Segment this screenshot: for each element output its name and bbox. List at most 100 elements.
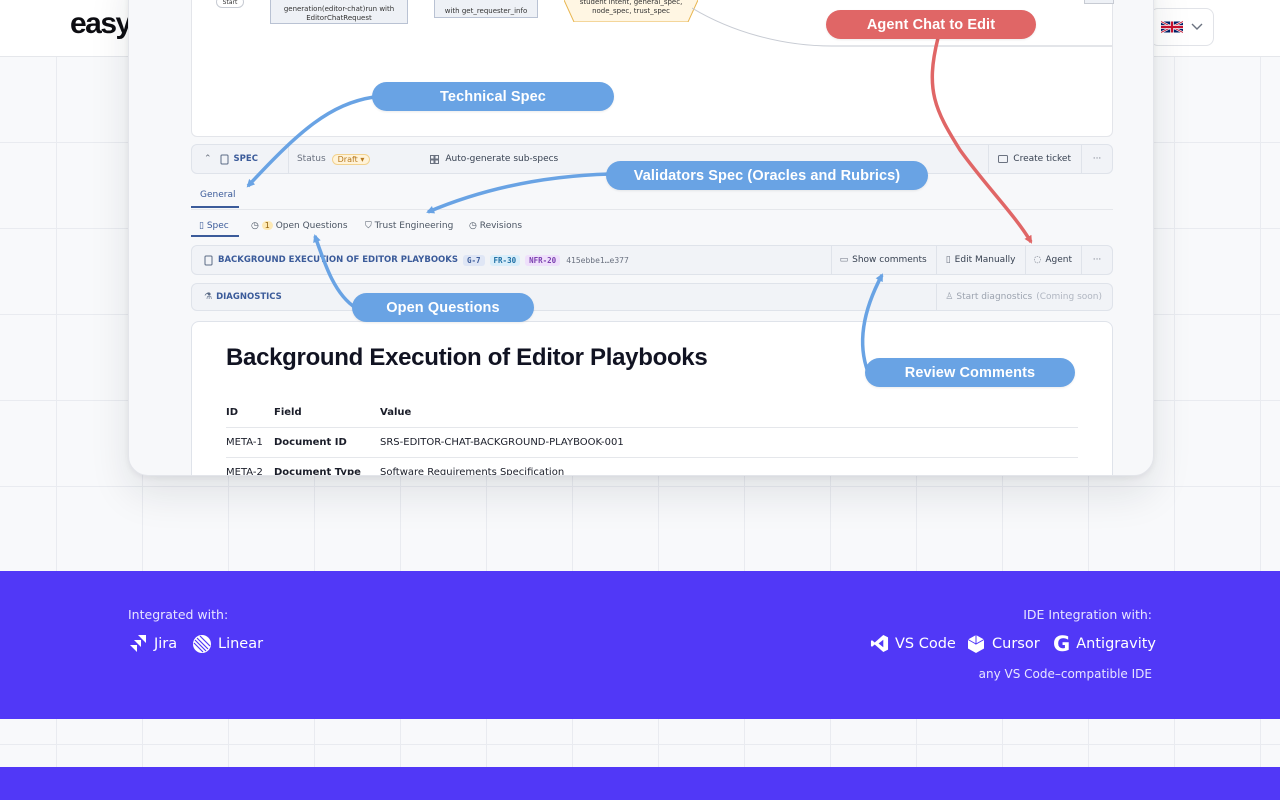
create-ticket-button[interactable]: Create ticket [1013,154,1071,164]
flow-node-generation: generation(editor-chat)run with EditorCh… [270,0,408,24]
linear-icon [193,635,211,653]
cursor-icon [967,635,985,653]
flow-node-output: student intent, general_spec, node_spec,… [579,0,683,15]
chip-goals: G-7 [462,254,485,266]
chip-fr: FR-30 [489,254,521,266]
spec-section-label: SPEC [233,154,258,164]
integration-cursor[interactable]: Cursor [966,634,1040,654]
status-badge[interactable]: Draft ▾ [331,153,371,165]
sub-tabs: ▯ Spec ◷ 1 Open Questions ⛉ Trust Engine… [191,219,1113,239]
tab-open-questions[interactable]: ◷ 1 Open Questions [251,221,348,231]
general-tab-strip: General [191,189,1113,210]
column-header: ID [226,407,239,418]
document-table: ID Field Value META-1 Document ID SRS-ED… [226,398,1078,476]
language-selector[interactable] [1150,8,1214,46]
active-tab-indicator [191,206,239,208]
auto-generate-button[interactable]: Auto-generate sub-specs [445,154,558,164]
integration-vscode[interactable]: VS Code [870,634,956,653]
flow-node-edge-box [1084,0,1114,4]
jira-icon [130,635,146,652]
divider [935,246,937,274]
product-screenshot: Start generation(editor-chat)run with Ed… [128,0,1154,476]
status-value: Draft [337,154,358,164]
more-menu-button[interactable]: ··· [1082,255,1112,265]
callout-review-comments: Review Comments [865,358,1075,387]
integration-antigravity[interactable]: G Antigravity [1053,632,1156,656]
divider [988,145,990,173]
edit-manually-button[interactable]: Edit Manually [955,255,1016,265]
more-menu-button[interactable]: ··· [1082,154,1112,164]
ide-compat-note: any VS Code–compatible IDE [978,667,1152,681]
person-icon: ♙ [945,292,954,302]
agent-icon: ◌ [1033,255,1042,265]
status-label: Status [296,154,326,164]
table-header-row: ID Field Value [226,398,1078,428]
flow-node-start: Start [216,0,244,8]
table-row: META-2 Document Type Software Requiremen… [226,458,1078,476]
cell-value: SRS-EDITOR-CHAT-BACKGROUND-PLAYBOOK-001 [380,437,624,448]
linear-label: Linear [218,636,264,652]
show-comments-button[interactable]: Show comments [852,255,927,265]
cell-id: META-2 [226,467,263,476]
agent-button[interactable]: Agent [1045,255,1072,265]
active-subtab-indicator [191,235,239,237]
column-header: Value [380,407,412,418]
integrations-band: Integrated with: Jira Linear IDE Integra… [0,571,1280,719]
tab-spec-label: Spec [206,221,229,231]
tab-trust-label: Trust Engineering [374,221,454,231]
cell-value: Software Requirements Specification [380,467,565,476]
flow-node-requester: with get_requester_info [434,0,538,18]
document-bar: BACKGROUND EXECUTION OF EDITOR PLAYBOOKS… [191,245,1113,275]
antigravity-icon: G [1053,632,1071,656]
integration-linear[interactable]: Linear [192,634,263,654]
tab-general[interactable]: General [200,190,235,200]
divider [936,284,938,310]
document-bar-title: BACKGROUND EXECUTION OF EDITOR PLAYBOOKS [218,255,458,265]
diagnostics-title: DIAGNOSTICS [216,292,282,302]
callout-agent-chat: Agent Chat to Edit [826,10,1036,39]
jira-label: Jira [154,636,178,652]
cell-id: META-1 [226,437,263,448]
cell-field: Document Type [274,467,361,476]
cell-field: Document ID [274,437,347,448]
tab-trust-engineering[interactable]: ⛉ Trust Engineering [365,221,453,231]
start-diagnostics-button[interactable]: Start diagnostics [956,292,1032,302]
tab-revisions-label: Revisions [479,221,523,231]
divider [1024,246,1026,274]
chevron-down-icon [1191,23,1203,30]
diagnostics-bar: ⚗ DIAGNOSTICS ♙ Start diagnostics (Comin… [191,283,1113,311]
footer-band [0,767,1280,800]
comment-icon: ▭ [839,255,849,265]
edit-icon: ▯ [945,255,951,265]
vscode-icon [870,634,889,653]
callout-technical-spec: Technical Spec [372,82,614,111]
document-icon [204,255,213,265]
collapse-chevron-icon[interactable]: ⌃ [204,154,212,164]
divider [287,145,289,173]
integrated-with-label: Integrated with: [128,607,229,622]
tab-revisions[interactable]: ◷ Revisions [469,221,522,231]
callout-validators-spec: Validators Spec (Oracles and Rubrics) [606,161,928,190]
tab-open-questions-label: Open Questions [275,221,348,231]
document-icon [220,154,229,164]
coming-soon-note: (Coming soon) [1036,292,1102,302]
flask-icon: ⚗ [204,292,213,302]
column-header: Field [274,407,302,418]
document-view: Background Execution of Editor Playbooks… [191,321,1113,476]
ide-integration-label: IDE Integration with: [1023,607,1152,622]
grid-icon [430,154,440,164]
integration-jira[interactable]: Jira [128,634,177,654]
vscode-label: VS Code [895,635,956,652]
uk-flag-icon [1161,20,1183,34]
ticket-icon [998,155,1009,163]
document-hash: 415ebbe1…e377 [566,255,629,265]
document-title: Background Execution of Editor Playbooks [226,344,708,371]
cursor-label: Cursor [992,636,1040,652]
logo[interactable]: easy [70,7,132,41]
tab-spec[interactable]: ▯ Spec [199,221,229,231]
callout-open-questions: Open Questions [352,293,534,322]
antigravity-label: Antigravity [1076,636,1156,652]
table-row: META-1 Document ID SRS-EDITOR-CHAT-BACKG… [226,428,1078,458]
divider [830,246,832,274]
open-questions-count-badge: 1 [261,221,273,230]
